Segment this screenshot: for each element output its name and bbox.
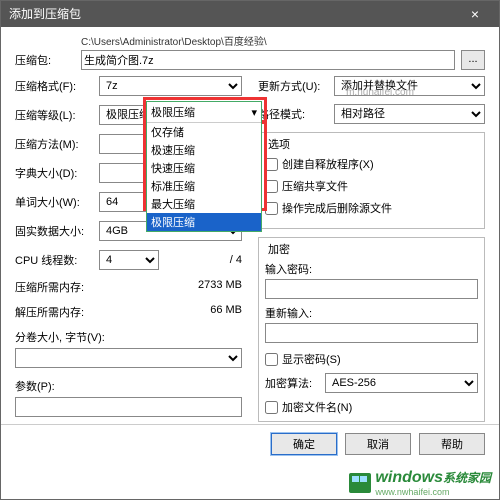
memc-value: 2733 MB [198,279,242,295]
encryption-fieldset: 加密 输入密码: 重新输入: 显示密码(S) 加密算法: AES-256 加密文… [258,237,485,422]
browse-button[interactable]: ... [461,50,485,70]
level-options-list: 仅存储 极速压缩 快速压缩 标准压缩 最大压缩 极限压缩 [147,123,261,231]
delete-checkbox[interactable]: 操作完成后删除源文件 [265,200,478,216]
shared-checkbox[interactable]: 压缩共享文件 [265,178,478,194]
alg-select[interactable]: AES-256 [325,373,478,393]
chevron-down-icon: ▾ [251,106,257,119]
watermark: windows系统家园 www.nwhaifei.com [349,469,491,497]
archive-row: 压缩包: ... [15,50,485,70]
format-select[interactable]: 7z [99,76,242,96]
level-dropdown-selected[interactable]: 极限压缩 ▾ [147,102,261,123]
level-option[interactable]: 最大压缩 [147,195,261,213]
threads-total: / 4 [230,254,242,266]
encnames-checkbox[interactable]: 加密文件名(N) [265,399,478,415]
dialog-window: 添加到压缩包 × C:\Users\Administrator\Desktop\… [0,0,500,500]
ok-button[interactable]: 确定 [271,433,337,455]
level-option[interactable]: 极限压缩 [147,213,261,231]
close-icon[interactable]: × [459,1,491,27]
level-option[interactable]: 仅存储 [147,123,261,141]
watermark-sub: 系统家园 [443,471,491,485]
level-dropdown-open: 极限压缩 ▾ 仅存储 极速压缩 快速压缩 标准压缩 最大压缩 极限压缩 [146,101,262,232]
params-label: 参数(P): [15,378,242,394]
threads-select[interactable]: 4 [99,250,159,270]
solid-label: 固实数据大小: [15,223,99,239]
level-option[interactable]: 极速压缩 [147,141,261,159]
cancel-button[interactable]: 取消 [345,433,411,455]
threads-label: CPU 线程数: [15,252,99,268]
level-option[interactable]: 标准压缩 [147,177,261,195]
memc-label: 压缩所需内存: [15,279,84,295]
archive-input[interactable] [81,50,455,70]
watermark-url: www.nwhaifei.com [375,487,491,497]
right-col: 更新方式(U): 添加并替换文件 路径模式: 相对路径 选项 创建自释放程序(X… [258,76,485,430]
path-display: C:\Users\Administrator\Desktop\百度经验\ [15,33,485,48]
titlebar: 添加到压缩包 × [1,1,499,27]
level-label: 压缩等级(L): [15,107,99,123]
windows-icon [349,473,371,493]
pw1-input[interactable] [265,279,478,299]
format-label: 压缩格式(F): [15,78,99,94]
title-text: 添加到压缩包 [9,1,81,27]
level-option[interactable]: 快速压缩 [147,159,261,177]
options-title: 选项 [265,136,293,152]
word-label: 单词大小(W): [15,194,99,210]
pw2-input[interactable] [265,323,478,343]
method-label: 压缩方法(M): [15,136,99,152]
pw2-label: 重新输入: [265,305,478,321]
faint-watermark: m.nuhaifei.com [275,87,485,98]
split-label: 分卷大小, 字节(V): [15,329,242,345]
options-fieldset: 选项 创建自释放程序(X) 压缩共享文件 操作完成后删除源文件 [258,132,485,229]
memd-value: 66 MB [210,304,242,320]
pw1-label: 输入密码: [265,261,478,277]
showpw-checkbox[interactable]: 显示密码(S) [265,351,478,367]
watermark-text: windows [375,469,443,486]
pathmode-select[interactable]: 相对路径 [334,104,485,124]
dict-label: 字典大小(D): [15,165,99,181]
help-button[interactable]: 帮助 [419,433,485,455]
memd-label: 解压所需内存: [15,304,84,320]
encryption-title: 加密 [265,241,293,257]
button-bar: 确定 取消 帮助 [1,424,499,463]
pathmode-label: 路径模式: [258,106,334,122]
params-input[interactable] [15,397,242,417]
sfx-checkbox[interactable]: 创建自释放程序(X) [265,156,478,172]
split-select[interactable] [15,348,242,368]
alg-label: 加密算法: [265,375,325,391]
archive-label: 压缩包: [15,52,81,68]
